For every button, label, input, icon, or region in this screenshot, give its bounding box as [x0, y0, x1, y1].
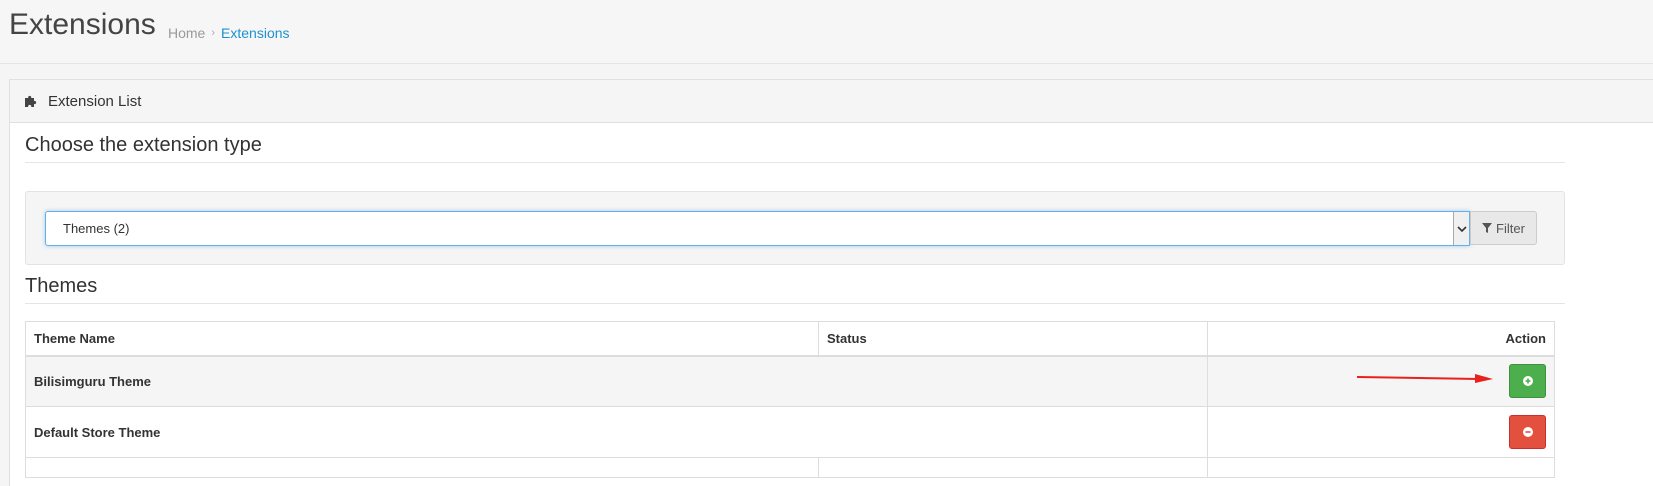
filter-well: Themes (2) Filter — [25, 191, 1565, 265]
divider — [25, 162, 1565, 163]
filter-icon — [1482, 223, 1493, 233]
annotation-arrow-icon — [1357, 374, 1493, 383]
extension-list-panel: Extension List Choose the extension type… — [9, 79, 1653, 486]
theme-name-cell: Bilisimguru Theme — [25, 355, 1208, 407]
uninstall-button[interactable] — [1509, 415, 1546, 449]
choose-extension-type-title: Choose the extension type — [25, 134, 262, 156]
extension-type-select-value: Themes (2) — [63, 221, 130, 236]
table-cell — [818, 457, 1208, 478]
minus-circle-icon — [1522, 427, 1533, 437]
chevron-down-icon[interactable] — [1453, 212, 1469, 245]
themes-table: Theme Name Status Action Bilisimguru The… — [25, 321, 1555, 478]
column-header-theme-name: Theme Name — [25, 321, 819, 357]
install-button[interactable] — [1509, 364, 1546, 399]
column-header-status: Status — [818, 321, 1208, 357]
filter-button-label: Filter — [1496, 220, 1525, 236]
theme-name-cell: Default Store Theme — [25, 406, 1208, 458]
page-title: Extensions — [9, 8, 156, 41]
themes-section-title: Themes — [25, 275, 98, 297]
action-cell — [1207, 406, 1555, 458]
divider — [25, 303, 1565, 304]
filter-button[interactable]: Filter — [1470, 211, 1537, 245]
breadcrumb-separator: › — [211, 27, 216, 39]
panel-heading: Extension List — [10, 80, 1653, 123]
breadcrumb-extensions-link[interactable]: Extensions — [221, 25, 289, 41]
extension-type-select[interactable]: Themes (2) — [45, 211, 1470, 246]
table-row: Default Store Theme — [25, 406, 1555, 458]
puzzle-icon — [25, 95, 37, 107]
table-cell — [25, 457, 819, 478]
breadcrumb: Home › Extensions — [168, 25, 290, 41]
table-header-row: Theme Name Status Action — [25, 321, 1555, 357]
panel-heading-title: Extension List — [48, 92, 142, 110]
breadcrumb-home-link[interactable]: Home — [168, 25, 205, 41]
column-header-action: Action — [1207, 321, 1555, 357]
table-row: Bilisimguru Theme — [25, 355, 1555, 407]
page-header: Extensions Home › Extensions — [0, 0, 1653, 64]
table-cell — [1207, 457, 1555, 478]
table-row — [25, 457, 1555, 478]
plus-circle-icon — [1522, 376, 1533, 387]
